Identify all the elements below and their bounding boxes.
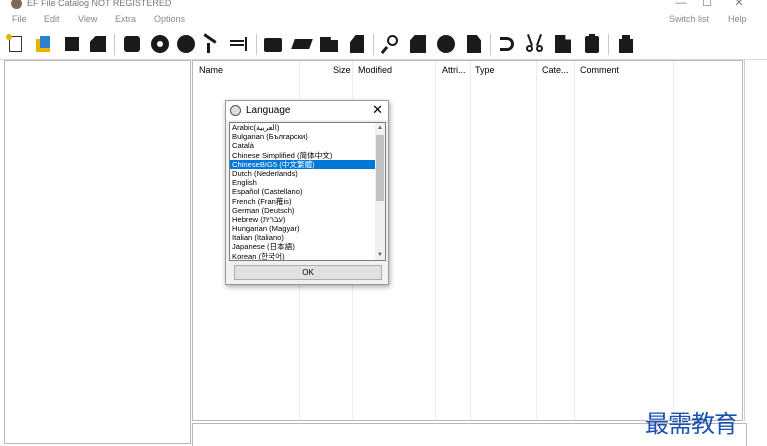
ok-button[interactable]: OK <box>234 265 382 280</box>
menu-extra[interactable]: Extra <box>115 14 136 24</box>
language-option[interactable]: Català <box>230 141 376 150</box>
folder-icon[interactable] <box>263 34 283 54</box>
language-option[interactable]: Chinese Simplified (简体中文) <box>230 151 376 160</box>
pen-icon[interactable] <box>291 34 313 54</box>
open-catalog-icon[interactable] <box>34 34 54 54</box>
folder-tree-pane[interactable] <box>4 60 191 444</box>
search-icon[interactable] <box>380 34 401 55</box>
language-option[interactable]: Español (Castellano) <box>230 187 376 196</box>
dialog-title-bar[interactable]: Language ✕ <box>226 101 388 120</box>
menu-edit[interactable]: Edit <box>44 14 60 24</box>
language-listbox[interactable]: Arabic(العربية) Bulgarian (Български) Cata… <box>229 122 386 261</box>
circle-icon[interactable] <box>436 34 456 54</box>
close-button[interactable]: ✕ <box>730 0 748 10</box>
dialog-close-icon[interactable]: ✕ <box>372 102 383 118</box>
language-option[interactable]: Hebrew (עברית) <box>230 215 376 224</box>
scroll-down-icon[interactable]: ▼ <box>375 250 385 260</box>
column-name[interactable]: Name <box>199 61 223 80</box>
language-option[interactable]: Japanese (日本語) <box>230 242 376 251</box>
language-option[interactable]: French (Fran蓷is) <box>230 197 376 206</box>
cut-icon[interactable] <box>525 34 545 54</box>
column-type[interactable]: Type <box>475 61 495 80</box>
paste-icon[interactable] <box>553 34 573 54</box>
edit-field-icon[interactable] <box>229 34 249 54</box>
rounded-square-icon[interactable] <box>122 34 142 54</box>
toolbar <box>0 29 767 60</box>
language-option[interactable]: Italian (Italiano) <box>230 233 376 242</box>
vertical-scrollbar[interactable] <box>744 60 748 421</box>
minimize-button[interactable]: — <box>672 0 690 10</box>
menu-view[interactable]: View <box>78 14 97 24</box>
delete-icon[interactable] <box>616 34 636 54</box>
maximize-button[interactable]: ☐ <box>698 0 716 10</box>
language-option[interactable]: English <box>230 178 376 187</box>
scroll-thumb[interactable] <box>376 135 384 201</box>
menu-switch-list[interactable]: Switch list <box>669 14 709 24</box>
language-option[interactable]: ChineseBIG5 (中文繁體) <box>230 159 376 169</box>
window-title: EF File Catalog NOT REGISTERED <box>27 0 172 8</box>
disc-icon[interactable] <box>150 34 170 54</box>
language-option[interactable]: Dutch (Nederlands) <box>230 169 376 178</box>
column-size[interactable]: Size <box>333 61 351 80</box>
column-comment[interactable]: Comment <box>580 61 619 80</box>
document-icon[interactable] <box>88 34 108 54</box>
language-dialog: Language ✕ Arabic(العربية) Bulgarian (Бъл… <box>225 100 389 285</box>
circle-icon[interactable] <box>176 34 196 54</box>
clipboard-icon[interactable] <box>582 34 602 54</box>
language-option[interactable]: Korean (한국어) <box>230 252 376 260</box>
menu-file[interactable]: File <box>12 14 27 24</box>
language-option[interactable]: Hungarian (Magyar) <box>230 224 376 233</box>
language-scrollbar[interactable]: ▲ ▼ <box>375 123 385 260</box>
column-category[interactable]: Cate... <box>542 61 569 80</box>
new-catalog-icon[interactable] <box>6 34 26 54</box>
language-option[interactable]: Bulgarian (Български) <box>230 132 376 141</box>
square-icon[interactable] <box>62 34 82 54</box>
column-attributes[interactable]: Attri... <box>442 61 466 80</box>
copy-icon[interactable] <box>465 34 485 54</box>
tools-icon[interactable] <box>201 33 221 54</box>
title-bar: EF File Catalog NOT REGISTERED — ☐ ✕ <box>0 0 767 12</box>
dialog-title: Language <box>246 105 291 116</box>
folder-open-icon[interactable] <box>319 34 339 54</box>
column-modified[interactable]: Modified <box>358 61 392 80</box>
menu-help[interactable]: Help <box>728 14 747 24</box>
menu-options[interactable]: Options <box>154 14 185 24</box>
language-globe-icon <box>230 105 241 116</box>
language-option[interactable]: German (Deutsch) <box>230 206 376 215</box>
watermark-logo: 最需教育 <box>645 410 738 438</box>
undo-icon[interactable] <box>497 34 517 54</box>
language-option[interactable]: Arabic(العربية) <box>230 123 376 132</box>
bookmark-icon[interactable] <box>347 34 367 54</box>
menu-bar: File Edit View Extra Options Switch list… <box>0 12 767 29</box>
app-icon <box>11 0 22 9</box>
language-list: Arabic(العربية) Bulgarian (Български) Cata… <box>230 123 376 260</box>
page-icon[interactable] <box>408 34 428 54</box>
scroll-up-icon[interactable]: ▲ <box>375 123 385 133</box>
